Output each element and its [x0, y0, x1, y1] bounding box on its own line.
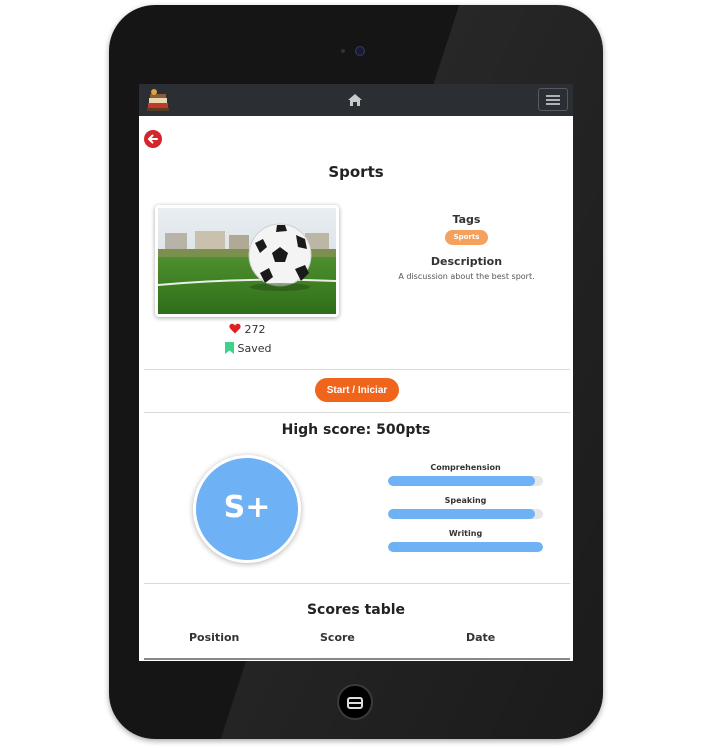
page-title: Sports: [328, 163, 384, 181]
grade-circle: S+: [193, 455, 301, 563]
menu-icon: [546, 95, 560, 97]
skill-label-writing: Writing: [448, 529, 483, 538]
skill-label-comprehension: Comprehension: [430, 463, 501, 472]
bookmark-icon: [225, 342, 234, 354]
home-icon[interactable]: [347, 93, 363, 107]
divider: [144, 412, 570, 413]
skill-bar-speaking: [388, 509, 543, 519]
divider: [144, 583, 570, 584]
divider: [144, 369, 570, 370]
menu-toggle-button[interactable]: [538, 88, 568, 111]
saved-indicator[interactable]: Saved: [225, 342, 271, 355]
skill-fill: [388, 509, 536, 519]
sensor-dot: [341, 49, 345, 53]
topic-image: [155, 205, 339, 317]
books-logo-icon[interactable]: [145, 88, 171, 112]
likes-count[interactable]: 272: [229, 323, 266, 336]
skill-fill: [388, 542, 543, 552]
column-header-position[interactable]: Position: [189, 631, 239, 644]
tags-heading: Tags: [452, 213, 481, 226]
scores-table-title: Scores table: [306, 602, 406, 618]
description-heading: Description: [430, 255, 503, 268]
table-header-rule: [144, 658, 570, 660]
app-screen: Sports 272 Saved Tags Sports Description…: [139, 84, 573, 661]
skill-fill: [388, 476, 536, 486]
saved-label: Saved: [237, 342, 272, 355]
column-header-score[interactable]: Score: [320, 631, 355, 644]
tag-badge[interactable]: Sports: [445, 230, 488, 245]
description-text: A discussion about the best sport.: [398, 272, 535, 281]
likes-value: 272: [244, 323, 266, 336]
skill-bar-writing: [388, 542, 543, 552]
camera: [355, 46, 365, 56]
skill-bar-comprehension: [388, 476, 543, 486]
start-button[interactable]: Start / Iniciar: [315, 378, 399, 402]
column-header-date[interactable]: Date: [466, 631, 495, 644]
navbar: [139, 84, 573, 116]
device-home-button[interactable]: [337, 684, 373, 720]
back-arrow-icon[interactable]: [144, 130, 162, 148]
heart-icon: [229, 323, 241, 334]
skill-label-speaking: Speaking: [444, 496, 487, 505]
high-score: High score: 500pts: [281, 422, 431, 438]
